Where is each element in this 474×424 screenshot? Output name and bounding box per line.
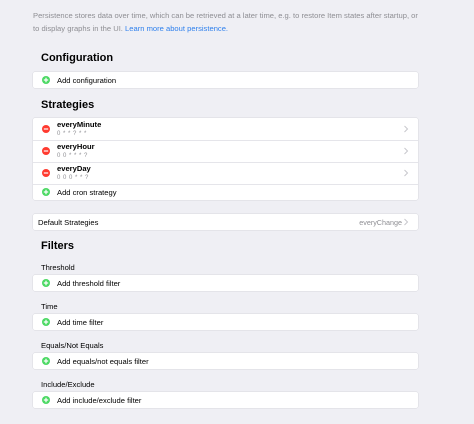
- add-threshold-filter-button[interactable]: Add threshold filter: [33, 275, 418, 291]
- learn-more-link[interactable]: Learn more about persistence.: [125, 24, 228, 33]
- plus-icon: [42, 396, 50, 404]
- strategy-item-everyhour[interactable]: everyHour 0 0 * * * ?: [33, 140, 418, 162]
- time-heading: Time: [41, 302, 58, 311]
- add-cron-strategy-button[interactable]: Add cron strategy: [33, 184, 418, 200]
- add-equals-filter-button[interactable]: Add equals/not equals filter: [33, 353, 418, 369]
- plus-icon: [42, 76, 50, 84]
- add-equals-filter-label: Add equals/not equals filter: [57, 356, 149, 366]
- chevron-right-icon: [404, 125, 409, 133]
- default-strategies-label: Default Strategies: [38, 217, 99, 227]
- remove-strategy-icon[interactable]: [42, 125, 50, 133]
- include-exclude-heading: Include/Exclude: [41, 380, 95, 389]
- add-configuration-label: Add configuration: [57, 75, 117, 85]
- remove-strategy-icon[interactable]: [42, 147, 50, 155]
- remove-strategy-icon[interactable]: [42, 169, 50, 177]
- strategies-heading: Strategies: [41, 99, 95, 111]
- configuration-card: Add configuration: [33, 72, 418, 88]
- chevron-right-icon: [404, 218, 409, 226]
- filters-heading: Filters: [41, 240, 75, 252]
- equals-card: Add equals/not equals filter: [33, 353, 418, 369]
- default-strategies-item[interactable]: Default Strategies everyChange: [33, 214, 418, 230]
- threshold-heading: Threshold: [41, 263, 75, 272]
- default-strategies-card: Default Strategies everyChange: [33, 214, 418, 230]
- plus-icon: [42, 318, 50, 326]
- include-exclude-card: Add include/exclude filter: [33, 392, 418, 408]
- strategy-cron: 0 * * ? * *: [57, 131, 87, 137]
- add-include-exclude-filter-label: Add include/exclude filter: [57, 395, 142, 405]
- threshold-card: Add threshold filter: [33, 275, 418, 291]
- add-configuration-button[interactable]: Add configuration: [33, 72, 418, 88]
- add-include-exclude-filter-button[interactable]: Add include/exclude filter: [33, 392, 418, 408]
- equals-heading: Equals/Not Equals: [41, 341, 104, 350]
- configuration-heading: Configuration: [41, 52, 114, 64]
- strategy-cron: 0 0 0 * * ?: [57, 175, 89, 181]
- time-card: Add time filter: [33, 314, 418, 330]
- add-time-filter-label: Add time filter: [57, 317, 104, 327]
- chevron-right-icon: [404, 147, 409, 155]
- strategy-name: everyDay: [57, 164, 91, 173]
- add-cron-strategy-label: Add cron strategy: [57, 187, 117, 197]
- strategy-name: everyHour: [57, 142, 95, 151]
- add-threshold-filter-label: Add threshold filter: [57, 278, 121, 288]
- strategy-name: everyMinute: [57, 120, 102, 129]
- strategy-item-everyminute[interactable]: everyMinute 0 * * ? * *: [33, 118, 418, 140]
- plus-icon: [42, 357, 50, 365]
- strategy-item-everyday[interactable]: everyDay 0 0 0 * * ?: [33, 162, 418, 184]
- plus-icon: [42, 188, 50, 196]
- strategies-card: everyMinute 0 * * ? * * everyHour 0 0 * …: [33, 118, 418, 200]
- chevron-right-icon: [404, 169, 409, 177]
- default-strategies-value: everyChange: [359, 217, 402, 227]
- strategy-cron: 0 0 * * * ?: [57, 153, 88, 159]
- add-time-filter-button[interactable]: Add time filter: [33, 314, 418, 330]
- persistence-page: Persistence stores data over time, which…: [0, 0, 474, 424]
- intro-text: Persistence stores data over time, which…: [33, 9, 425, 35]
- plus-icon: [42, 279, 50, 287]
